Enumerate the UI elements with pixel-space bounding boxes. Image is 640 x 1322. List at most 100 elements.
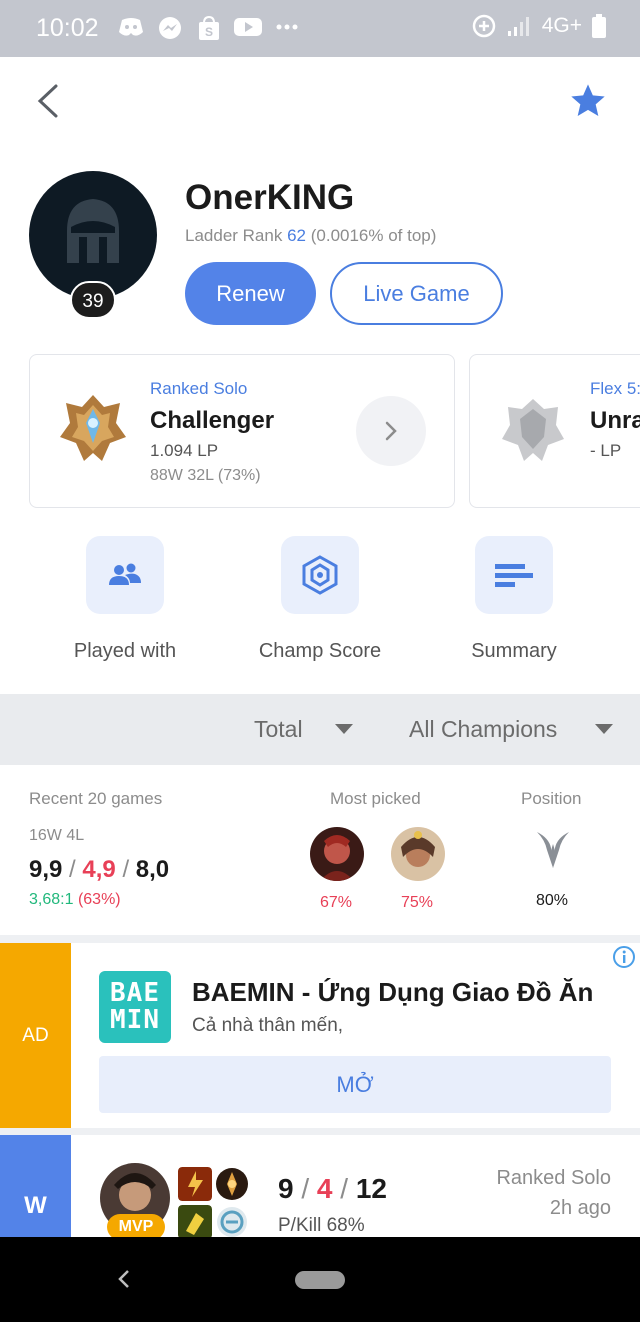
rank-details-button[interactable] (356, 396, 426, 466)
youtube-icon (234, 18, 262, 36)
system-nav-bar (0, 1237, 640, 1322)
most-picked-pct-2: 75% (401, 894, 434, 911)
ladder-percent: (0.0016% of top) (310, 226, 437, 245)
match-result: W (0, 1135, 71, 1237)
ad-open-button[interactable]: MỞ (99, 1056, 611, 1113)
match-time: 2h ago (549, 1197, 611, 1219)
rank-record: 88W 32L (73%) (150, 467, 261, 484)
nav-back-icon[interactable] (116, 1267, 132, 1291)
recent-games-label: Recent 20 games (29, 789, 163, 808)
logo-line-1: BAE (110, 978, 160, 1008)
champ-score-button[interactable]: Champ Score (230, 536, 410, 663)
data-saver-icon (472, 14, 495, 38)
level-badge: 39 (70, 281, 116, 319)
summary-icon-tile (475, 536, 553, 614)
rune-keystone-icon (216, 1168, 248, 1200)
flash-spell-icon (178, 1167, 212, 1201)
users-icon (109, 563, 141, 585)
signal-icon (507, 17, 529, 36)
info-icon[interactable] (612, 945, 636, 969)
ad-badge: AD (0, 943, 71, 1128)
match-row[interactable]: W MVP 9 / 4 / 12 P/Kill 68% Ranked Solo … (0, 1135, 640, 1237)
recent-ratio: 3,68:1 (63%) (29, 891, 121, 909)
match-kda: 9 / 4 / 12 (278, 1173, 387, 1204)
ad-subtitle: Cả nhà thân mến, (192, 1015, 344, 1036)
champion-portrait-2 (391, 827, 445, 881)
kda-ratio: 3,68:1 (29, 891, 74, 908)
section-divider (0, 1128, 640, 1135)
star-icon[interactable] (568, 81, 608, 121)
network-type: 4G+ (541, 14, 582, 37)
champion-filter-value[interactable]: All Champions (409, 716, 557, 743)
status-right: 4G+ (472, 14, 606, 38)
played-with-button[interactable]: Played with (35, 536, 215, 663)
recent-record: 16W 4L (29, 827, 85, 844)
most-picked-pct-1: 67% (320, 894, 353, 911)
jungle-position-icon (537, 832, 569, 868)
renew-button[interactable]: Renew (185, 262, 316, 325)
app-header (0, 57, 640, 147)
more-icon (276, 24, 298, 30)
recent-kills: 9,9 (29, 856, 63, 883)
ad-banner[interactable]: AD BAE MIN BAEMIN - Ứng Dụng Giao Đồ Ăn … (0, 943, 640, 1128)
recent-assists: 8,0 (135, 856, 170, 883)
filter-bar: Total All Champions (0, 694, 640, 765)
recent-deaths: 4,9 (82, 856, 116, 883)
status-bar: 10:02 S 4G+ (0, 0, 640, 57)
unranked-emblem-icon (502, 399, 564, 461)
section-divider (0, 935, 640, 943)
champion-portrait-1 (310, 827, 364, 881)
queue-filter-caret-icon[interactable] (335, 724, 353, 734)
target-icon (302, 555, 338, 595)
champ-score-icon-tile (281, 536, 359, 614)
summary-label: Summary (471, 640, 557, 662)
rank-queue: Ranked Solo (150, 379, 248, 398)
challenger-emblem-icon (60, 395, 126, 461)
shopee-icon: S (199, 16, 219, 40)
summary-button[interactable]: Summary (424, 536, 604, 663)
match-kills: 9 (278, 1173, 294, 1204)
live-game-button[interactable]: Live Game (330, 262, 503, 325)
match-deaths: 4 (316, 1173, 333, 1204)
helmet-icon (67, 199, 119, 263)
ladder-rank-number[interactable]: 62 (287, 226, 306, 245)
ladder-rank: Ladder Rank 62 (0.0016% of top) (185, 226, 436, 246)
rank-card-flex[interactable]: Flex 5:5 Unranked - LP (469, 354, 640, 508)
chevron-left-icon[interactable] (34, 83, 62, 119)
status-time: 10:02 (36, 14, 99, 42)
played-with-label: Played with (73, 640, 177, 662)
svg-text:S: S (205, 25, 213, 39)
most-picked-champion-1[interactable] (310, 827, 364, 881)
battery-icon (592, 14, 606, 38)
match-assists: 12 (355, 1173, 387, 1204)
champ-score-label: Champ Score (258, 640, 382, 662)
position-label: Position (521, 789, 582, 808)
kill-participation: (63%) (77, 891, 121, 908)
match-pkill: P/Kill 68% (278, 1215, 365, 1236)
position-pct: 80% (536, 892, 569, 909)
mvp-badge: MVP (107, 1214, 165, 1237)
rank-lp: - LP (590, 441, 622, 460)
summary-bars-icon (495, 564, 533, 587)
discord-icon (119, 18, 143, 36)
played-with-icon-tile (86, 536, 164, 614)
rank-lp: 1.094 LP (150, 441, 219, 460)
profile-avatar (29, 171, 157, 299)
most-picked-champion-2[interactable] (391, 827, 445, 881)
logo-line-2: MIN (110, 1005, 160, 1035)
summoner-name: OnerKING (185, 178, 355, 217)
recent-kda: 9,9 / 4,9 / 8,0 (29, 856, 170, 883)
messenger-icon (159, 17, 181, 39)
rank-tier: Unranked (590, 407, 640, 434)
queue-filter-value[interactable]: Total (254, 716, 303, 743)
rune-secondary-icon (217, 1207, 247, 1237)
rank-queue: Flex 5:5 (590, 379, 640, 398)
ladder-label: Ladder Rank (185, 226, 283, 245)
most-picked-label: Most picked (330, 789, 421, 808)
home-pill[interactable] (295, 1271, 345, 1289)
match-queue: Ranked Solo (496, 1167, 611, 1189)
rank-card-solo[interactable]: Ranked Solo Challenger 1.094 LP 88W 32L … (29, 354, 455, 508)
champion-filter-caret-icon[interactable] (595, 724, 613, 734)
baemin-logo: BAE MIN (99, 971, 171, 1043)
smite-spell-icon (178, 1205, 212, 1237)
